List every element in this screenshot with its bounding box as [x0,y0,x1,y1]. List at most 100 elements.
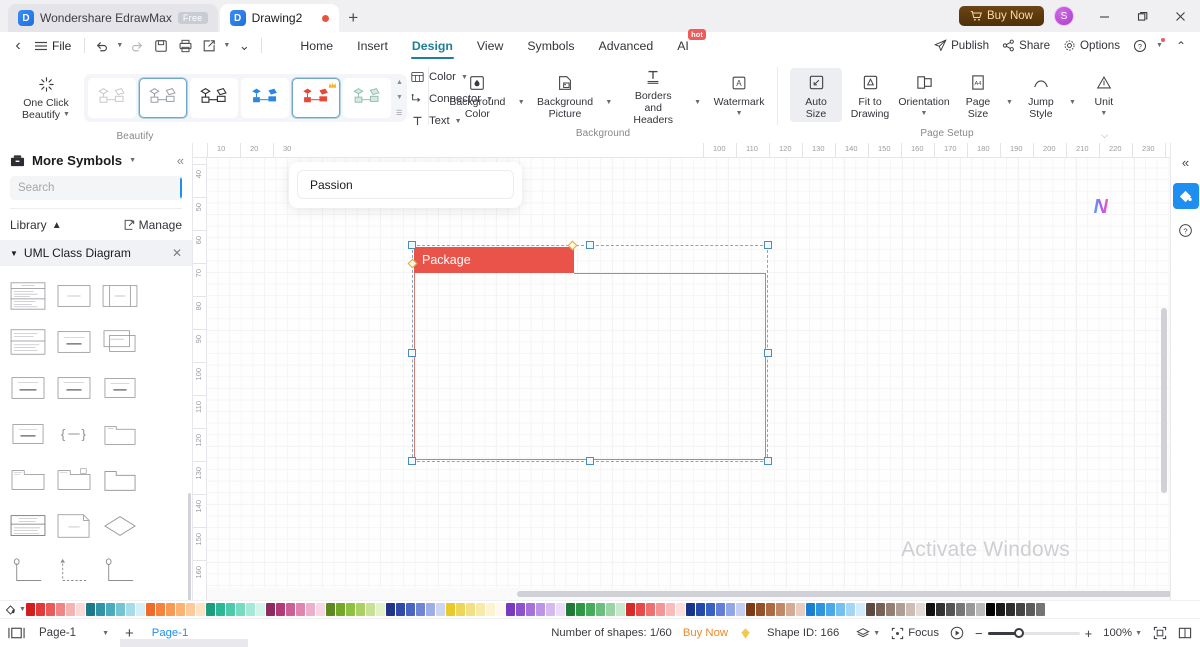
zoom-slider[interactable]: − + [975,626,1092,641]
chevron-down-icon[interactable]: ▼ [1135,630,1142,637]
scrollbar-thumb[interactable] [517,591,1170,597]
palette-swatch[interactable] [516,603,525,616]
save-icon[interactable] [149,35,173,57]
palette-swatch[interactable] [366,603,375,616]
gallery-scroll-down[interactable]: ▼ [396,94,403,101]
tab-ai[interactable]: AI hot [666,28,706,56]
manage-button[interactable]: Manage [123,218,182,232]
palette-swatch[interactable] [496,603,505,616]
export-icon[interactable] [197,35,221,57]
palette-swatch[interactable] [336,603,345,616]
zoom-level-select[interactable]: 100% ▼ [1103,627,1142,639]
ai-assistant-icon[interactable]: N [1094,196,1108,219]
tab-advanced[interactable]: Advanced [588,36,665,56]
tab-view[interactable]: View [466,36,514,56]
palette-swatch[interactable] [666,603,675,616]
palette-swatch[interactable] [876,603,885,616]
share-button[interactable]: Share [1002,39,1050,52]
vertical-ruler[interactable]: 40 50 60 70 80 90 100 110 120 130 140 150 160 [193,158,207,600]
fit-to-drawing-button[interactable]: Fit to Drawing [844,68,896,122]
canvas-horizontal-scrollbar[interactable] [207,588,1170,600]
symbol-dependency-dashed[interactable] [52,596,96,600]
palette-swatch[interactable] [486,603,495,616]
palette-swatch[interactable] [1036,603,1045,616]
orientation-caret[interactable]: ▼ [921,108,928,120]
palette-swatch[interactable] [476,603,485,616]
symbol-data-type[interactable] [52,366,96,410]
palette-swatch[interactable] [556,603,565,616]
resize-handle-bottom-center[interactable] [586,457,594,465]
focus-button[interactable]: Focus [891,627,939,640]
beautify-style-5[interactable] [292,78,340,118]
palette-swatch[interactable] [936,603,945,616]
orientation-button[interactable]: Orientation ▼ [898,68,950,122]
chevron-down-icon[interactable]: ▼ [129,157,136,164]
category-uml-class-diagram[interactable]: ▼ UML Class Diagram ✕ [0,240,192,266]
collapse-panel-button[interactable]: « [177,153,184,168]
palette-swatch[interactable] [1026,603,1035,616]
chevron-down-icon[interactable]: ▼ [63,109,70,121]
palette-swatch[interactable] [896,603,905,616]
palette-swatch[interactable] [746,603,755,616]
jump-style-caret[interactable]: ▼ [1069,99,1076,106]
palette-swatch[interactable] [826,603,835,616]
palette-swatch[interactable] [356,603,365,616]
palette-swatch[interactable] [416,603,425,616]
palette-swatch[interactable] [66,603,75,616]
redo-button[interactable] [125,35,149,57]
resize-handle-bottom-left[interactable] [408,457,416,465]
symbol-package-plain[interactable] [98,458,142,502]
palette-swatch[interactable] [586,603,595,616]
one-click-beautify-button[interactable]: One Click Beautify ▼ [10,69,82,123]
palette-swatch[interactable] [916,603,925,616]
palette-swatch[interactable] [726,603,735,616]
palette-swatch[interactable] [276,603,285,616]
palette-swatch[interactable] [166,603,175,616]
export-dropdown-caret[interactable]: ▼ [221,35,232,57]
fill-color-icon[interactable]: ▼ [4,604,26,616]
search-button[interactable]: Search [180,176,182,200]
borders-headers-button[interactable]: Borders and Headers [620,62,686,128]
page-selector[interactable]: Page-1 ▼ [39,627,109,639]
layers-button[interactable]: ▼ [856,627,880,640]
symbol-diamond[interactable] [98,504,142,548]
background-picture-caret[interactable]: ▼ [605,99,612,106]
palette-swatch[interactable] [296,603,305,616]
close-button[interactable] [1162,0,1198,32]
back-button[interactable]: ‹ [6,35,30,57]
print-icon[interactable] [173,35,197,57]
palette-swatch[interactable] [76,603,85,616]
tab-symbols[interactable]: Symbols [516,36,585,56]
palette-swatch[interactable] [466,603,475,616]
palette-swatch[interactable] [866,603,875,616]
symbol-signal[interactable] [98,366,142,410]
minimize-button[interactable] [1086,0,1122,32]
palette-swatch[interactable] [316,603,325,616]
category-close-icon[interactable]: ✕ [172,246,182,260]
beautify-style-3[interactable] [190,78,238,118]
chevron-down-icon[interactable]: ▼ [19,606,26,613]
beautify-style-6[interactable] [343,78,391,118]
document-tab-drawing2[interactable]: D Drawing2 [219,4,340,32]
palette-swatch[interactable] [526,603,535,616]
palette-swatch[interactable] [946,603,955,616]
palette-swatch[interactable] [906,603,915,616]
unit-caret[interactable]: ▼ [1100,108,1107,120]
palette-swatch[interactable] [986,603,995,616]
palette-swatch[interactable] [36,603,45,616]
palette-swatch[interactable] [216,603,225,616]
palette-swatch[interactable] [576,603,585,616]
tab-design[interactable]: Design [401,36,464,59]
options-button[interactable]: Options [1063,39,1120,52]
palette-swatch[interactable] [176,603,185,616]
palette-swatch[interactable] [1016,603,1025,616]
auto-size-button[interactable]: Auto Size [790,67,842,122]
symbols-panel-scrollbar[interactable] [188,493,191,600]
borders-headers-caret[interactable]: ▼ [694,99,701,106]
resize-handle-top-right[interactable] [764,241,772,249]
symbol-association-hollow[interactable] [98,550,142,594]
palette-swatch[interactable] [706,603,715,616]
resize-handle-top-center[interactable] [586,241,594,249]
palette-swatch[interactable] [736,603,745,616]
symbol-constraint[interactable]: {} [52,412,96,456]
